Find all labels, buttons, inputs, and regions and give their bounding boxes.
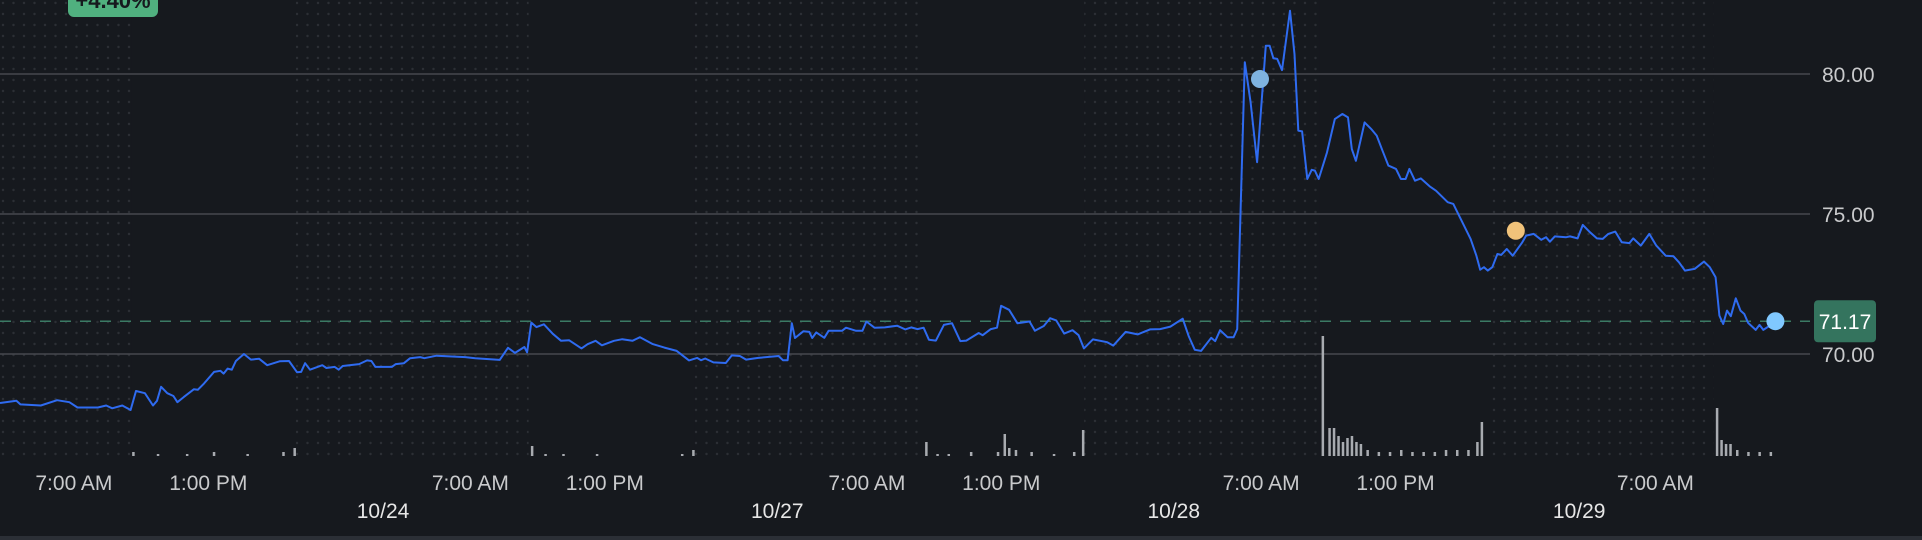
last-price-label: 71.17 (1819, 311, 1872, 334)
volume-bar (680, 454, 684, 456)
volume-bar (1321, 336, 1325, 456)
event-marker-blue (1251, 70, 1269, 89)
volume-bar (1377, 452, 1381, 456)
y-tick-label: 75.00 (1822, 204, 1875, 227)
volume-bar (1341, 442, 1345, 456)
volume-bar (1052, 454, 1056, 456)
volume-bar (1366, 450, 1369, 456)
x-date-label: 10/28 (1147, 500, 1200, 523)
volume-bar (246, 454, 249, 456)
x-time-label: 7:00 AM (828, 472, 905, 495)
volume-bar (996, 452, 1000, 456)
volume-bar (1328, 428, 1331, 456)
volume-bar (692, 450, 695, 456)
x-time-label: 1:00 PM (962, 472, 1040, 495)
volume-bar (544, 454, 547, 456)
x-date-label: 10/29 (1553, 500, 1606, 523)
last-price-marker (1766, 312, 1785, 331)
volume-bar (293, 448, 296, 456)
volume-bar (1444, 450, 1448, 456)
regular-session-band (1319, 0, 1488, 456)
volume-bar (1400, 450, 1403, 456)
volume-bar (1736, 450, 1739, 456)
volume-bar (1003, 434, 1007, 456)
volume-bar (132, 452, 135, 456)
volume-bar (1350, 436, 1354, 456)
x-time-label: 7:00 AM (1617, 472, 1694, 495)
regular-session-band (131, 0, 296, 456)
volume-bar (212, 452, 216, 456)
volume-bar (282, 452, 285, 456)
volume-bar (1715, 408, 1719, 456)
bottom-divider (0, 536, 1922, 540)
regular-session-band (1713, 0, 1810, 456)
volume-bar (1480, 422, 1484, 456)
volume-bar (1729, 444, 1732, 456)
percent-change-badge: +4.40% (68, 0, 158, 17)
x-time-label: 1:00 PM (1356, 472, 1434, 495)
volume-bar (925, 442, 928, 456)
volume-bar (1337, 436, 1340, 456)
x-time-label: 7:00 AM (1223, 472, 1300, 495)
volume-bar (1355, 442, 1358, 456)
volume-bar (1724, 444, 1728, 456)
volume-bar (1476, 442, 1479, 456)
x-time-label: 1:00 PM (169, 472, 247, 495)
volume-bar (1411, 452, 1414, 456)
volume-bar (1030, 452, 1033, 456)
price-chart: 80.00 75.00 70.00 71.17 7:00 AM 1:00 PM 7:00 A… (0, 0, 1876, 523)
volume-bar (1467, 450, 1470, 456)
volume-bar (185, 454, 189, 456)
volume-bar (1072, 452, 1076, 456)
volume-bar (1081, 430, 1085, 456)
volume-bar (1747, 452, 1750, 456)
regular-session-band (924, 0, 1085, 456)
volume-bar (530, 446, 534, 456)
x-date-label: 10/24 (357, 500, 410, 523)
volume-bar (1014, 450, 1018, 456)
x-date-label: 10/27 (751, 500, 804, 523)
regular-session-band (528, 0, 695, 456)
y-tick-label: 80.00 (1822, 64, 1875, 87)
x-time-label: 7:00 AM (35, 472, 112, 495)
volume-bar (1332, 428, 1336, 456)
volume-bar (1433, 452, 1437, 456)
volume-bar (936, 454, 939, 456)
volume-bar (1346, 438, 1349, 456)
volume-bar (562, 454, 565, 456)
volume-bar (1359, 444, 1363, 456)
event-marker-orange (1506, 221, 1525, 240)
x-time-label: 1:00 PM (566, 472, 644, 495)
volume-bar (595, 454, 599, 456)
volume-bar (947, 454, 951, 456)
volume-bar (969, 452, 973, 456)
volume-bar (1388, 452, 1392, 456)
volume-bar (1769, 452, 1773, 456)
volume-bar (1758, 452, 1761, 456)
volume-bar (1422, 452, 1425, 456)
volume-bar (1008, 448, 1011, 456)
x-time-label: 7:00 AM (432, 472, 509, 495)
volume-bar (1456, 450, 1459, 456)
volume-bar (1720, 440, 1723, 456)
volume-bar (156, 454, 160, 456)
y-tick-label: 70.00 (1822, 344, 1875, 367)
